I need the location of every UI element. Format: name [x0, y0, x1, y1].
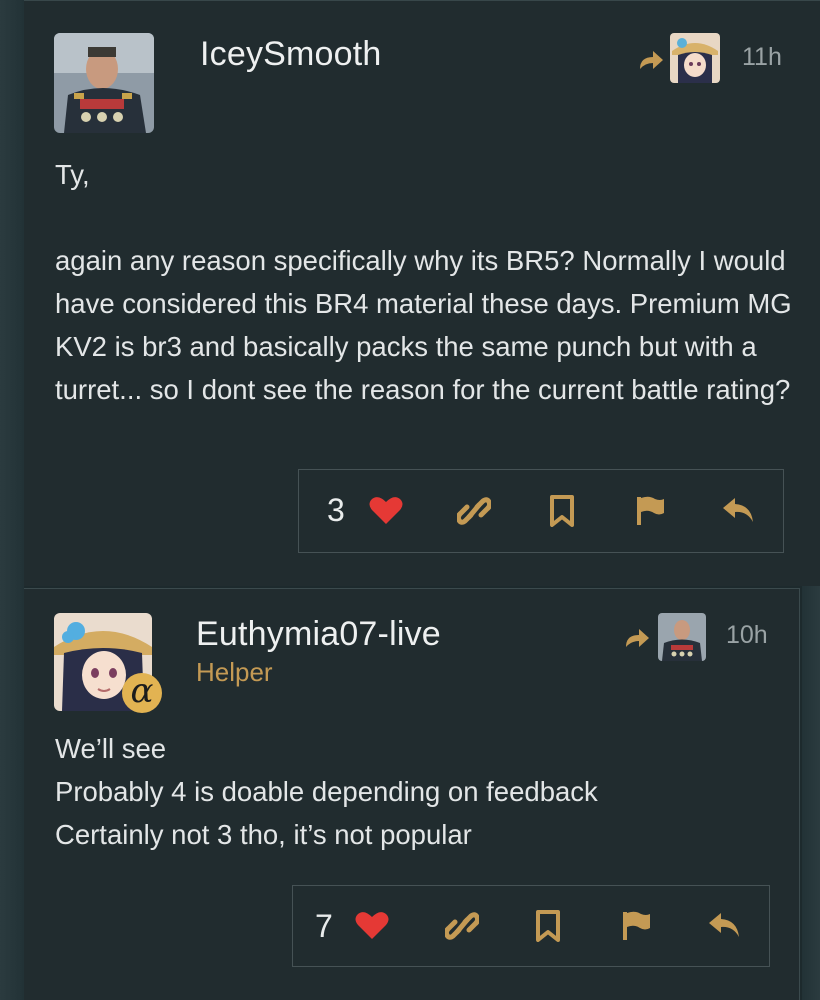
heart-icon[interactable]: [355, 910, 389, 940]
anime-girl-mini-image: [670, 33, 720, 83]
reply-icon[interactable]: [721, 496, 755, 524]
user-avatar[interactable]: [54, 33, 154, 133]
post-time[interactable]: 11h: [742, 43, 782, 72]
user-group[interactable]: Helper: [196, 657, 273, 688]
post-body: We’ll see Probably 4 is doable depending…: [55, 727, 775, 856]
reply-to-arrow-icon: [640, 51, 663, 69]
bookmark-icon[interactable]: [535, 910, 561, 942]
like-count[interactable]: 3: [327, 492, 345, 529]
reply-to-arrow-icon: [626, 629, 649, 647]
username[interactable]: Euthymia07-live: [196, 615, 441, 654]
page-edge-left: [0, 0, 24, 1000]
bookmark-icon[interactable]: [549, 495, 575, 527]
post-paragraph-blank: [55, 196, 795, 239]
like-count[interactable]: 7: [315, 908, 333, 945]
post-iceysmooth: IceySmooth 11h Ty, again any reason spec…: [24, 0, 820, 586]
flag-icon[interactable]: [635, 495, 665, 527]
general-portrait-mini-image: [658, 613, 706, 661]
post-actions: 3: [298, 469, 784, 553]
post-actions: 7: [292, 885, 770, 967]
heart-icon[interactable]: [369, 495, 403, 525]
reply-to-avatar[interactable]: [670, 33, 720, 83]
reply-to-avatar[interactable]: [658, 613, 706, 661]
flag-icon[interactable]: [621, 910, 651, 942]
username[interactable]: IceySmooth: [200, 35, 382, 74]
general-portrait-image: [54, 33, 154, 133]
post-paragraph: Ty,: [55, 159, 90, 190]
link-icon[interactable]: [457, 495, 491, 527]
post-time[interactable]: 10h: [726, 621, 768, 650]
alpha-badge: α: [122, 673, 162, 713]
reply-icon[interactable]: [707, 911, 741, 939]
link-icon[interactable]: [445, 910, 479, 942]
post-paragraph: We’ll see: [55, 733, 167, 764]
post-body: Ty, again any reason specifically why it…: [55, 153, 795, 411]
post-euthymia07: α Euthymia07-live Helper 10h We’ll see P…: [24, 588, 800, 1000]
post-paragraph: Certainly not 3 tho, it’s not popular: [55, 819, 472, 850]
post-paragraph: Probably 4 is doable depending on feedba…: [55, 776, 598, 807]
post-paragraph: again any reason specifically why its BR…: [55, 245, 792, 405]
